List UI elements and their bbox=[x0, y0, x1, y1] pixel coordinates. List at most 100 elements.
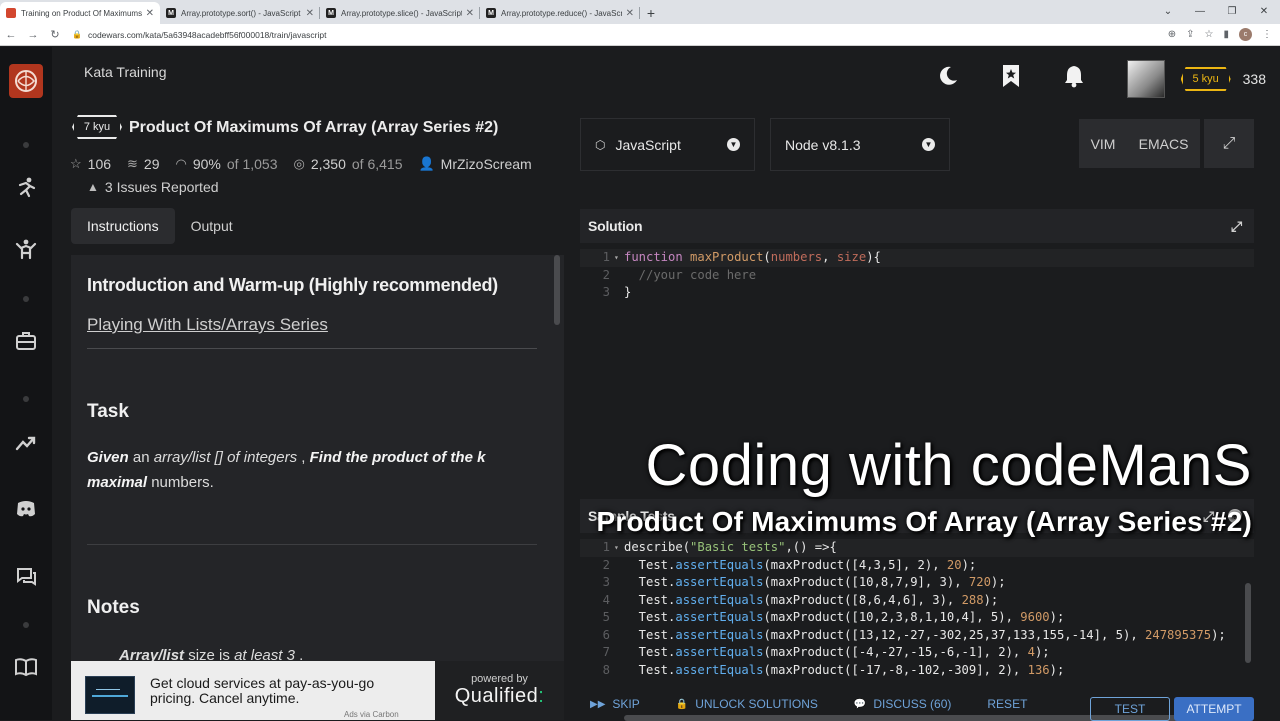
ad-text[interactable]: Get cloud services at pay-as-you-go pric… bbox=[150, 676, 420, 706]
author-stat[interactable]: 👤 MrZizoScream bbox=[418, 156, 531, 172]
bookmark-star-icon[interactable]: ☆ bbox=[1205, 29, 1214, 40]
user-honor[interactable]: 338 bbox=[1243, 71, 1266, 87]
browser-menu-icon[interactable]: ⋮ bbox=[1262, 29, 1272, 40]
test-args: [4,3,5], 2 bbox=[851, 557, 925, 572]
sidepanel-icon[interactable]: ▮ bbox=[1223, 29, 1229, 40]
docs-book-icon[interactable] bbox=[15, 656, 37, 682]
tab-search-icon[interactable]: ⌄ bbox=[1152, 0, 1184, 22]
fullscreen-button[interactable]: ⤢ bbox=[1204, 119, 1254, 168]
practice-nav-icon[interactable] bbox=[14, 238, 38, 266]
fold-icon[interactable]: ▾ bbox=[614, 249, 624, 267]
mdn-favicon-icon: M bbox=[486, 8, 496, 18]
author-name: MrZizoScream bbox=[440, 156, 532, 172]
ad-image[interactable] bbox=[85, 676, 135, 714]
browser-tab-active[interactable]: Training on Product Of Maximums ✕ bbox=[0, 2, 160, 24]
browser-tab[interactable]: M Array.prototype.sort() - JavaScript ✕ bbox=[160, 2, 320, 24]
dark-mode-moon-icon[interactable] bbox=[937, 65, 959, 93]
vim-button[interactable]: VIM bbox=[1091, 136, 1116, 152]
close-window-icon[interactable]: ✕ bbox=[1248, 0, 1280, 22]
ad-via-carbon[interactable]: Ads via Carbon bbox=[344, 710, 399, 719]
tab-output[interactable]: Output bbox=[175, 208, 249, 244]
kata-title: Product Of Maximums Of Array (Array Seri… bbox=[129, 119, 499, 136]
notifications-bell-icon[interactable] bbox=[1063, 64, 1085, 94]
sample-tests-editor[interactable]: 1 ▾ describe("Basic tests",() =>{ 2 Test.… bbox=[580, 539, 1254, 677]
line-number: 6 bbox=[602, 627, 610, 642]
editor-mode-toggle: VIM EMACS bbox=[1079, 119, 1200, 168]
profile-avatar[interactable]: c bbox=[1239, 28, 1252, 41]
code-punct: , bbox=[822, 250, 837, 264]
restore-icon[interactable]: ❐ bbox=[1216, 0, 1248, 22]
discuss-button[interactable]: 💬 DISCUSS (60) bbox=[844, 697, 951, 711]
skip-button[interactable]: ▶▶ SKIP bbox=[580, 697, 640, 711]
tab-close-icon[interactable]: ✕ bbox=[466, 8, 474, 19]
kata-stats: ☆ 106 ≋ 29 ◠ 90% of 1,053 ◎ 2,350 of 6,415 👤 Mr… bbox=[70, 156, 532, 172]
url-text: codewars.com/kata/5a63948acadebff56f0000… bbox=[87, 29, 327, 40]
user-rank-badge[interactable]: 5 kyu bbox=[1180, 67, 1231, 91]
tab-close-icon[interactable]: ✕ bbox=[626, 8, 634, 19]
left-panel-tabs: Instructions Output bbox=[71, 208, 249, 244]
unlock-solutions-button[interactable]: 🔒 UNLOCK SOLUTIONS bbox=[666, 697, 818, 711]
skip-icon: ▶▶ bbox=[590, 698, 606, 710]
instructions-scrollbar[interactable] bbox=[554, 255, 560, 325]
url-field[interactable]: 🔒 codewars.com/kata/5a63948acadebff56f00… bbox=[72, 30, 1168, 40]
reload-icon[interactable]: ↻ bbox=[44, 28, 66, 41]
line-number: 1 bbox=[602, 250, 610, 264]
leaderboard-trend-icon[interactable] bbox=[15, 432, 37, 458]
tab-close-icon[interactable]: ✕ bbox=[306, 8, 314, 19]
line-number: 7 bbox=[602, 645, 610, 659]
code-punct: ( bbox=[763, 250, 771, 264]
tab-instructions[interactable]: Instructions bbox=[71, 208, 175, 244]
browser-tab[interactable]: M Array.prototype.slice() - JavaScript ✕ bbox=[320, 2, 480, 24]
chevron-down-icon: ▼ bbox=[922, 138, 935, 151]
new-tab-button[interactable]: + bbox=[640, 2, 662, 24]
bookmark-icon[interactable] bbox=[1001, 64, 1021, 94]
forward-icon[interactable]: → bbox=[22, 29, 44, 41]
user-avatar[interactable] bbox=[1126, 60, 1165, 98]
task-heading: Task bbox=[87, 401, 129, 422]
user-icon: 👤 bbox=[418, 156, 435, 171]
task-given: Given bbox=[87, 449, 129, 466]
line-number: 8 bbox=[602, 662, 610, 677]
lock-icon[interactable]: 🔒 bbox=[72, 30, 82, 39]
discord-icon[interactable] bbox=[15, 498, 37, 524]
emacs-button[interactable]: EMACS bbox=[1139, 136, 1189, 152]
satisfaction-stat: ◠ 90% of 1,053 bbox=[176, 156, 278, 172]
divider bbox=[87, 348, 537, 349]
zoom-icon[interactable]: ⊕ bbox=[1168, 29, 1176, 40]
share-icon[interactable]: ⇪ bbox=[1186, 29, 1194, 40]
briefcase-nav-icon[interactable] bbox=[15, 330, 37, 356]
codewars-logo-icon[interactable] bbox=[9, 64, 43, 98]
intro-heading: Introduction and Warm-up (Highly recomme… bbox=[87, 275, 498, 295]
tests-vertical-scrollbar[interactable] bbox=[1245, 583, 1251, 663]
code-line: 2 Test.assertEquals(maxProduct([4,3,5], … bbox=[580, 557, 1254, 575]
code-method: assertEquals bbox=[675, 610, 764, 624]
tab-close-icon[interactable]: ✕ bbox=[146, 8, 154, 19]
expand-icon[interactable]: ⤢ bbox=[1231, 218, 1242, 235]
issues-reported[interactable]: ▲ 3 Issues Reported bbox=[87, 179, 219, 195]
series-link[interactable]: Playing With Lists/Arrays Series bbox=[87, 315, 328, 335]
stars-stat[interactable]: ☆ 106 bbox=[70, 156, 111, 172]
qualified-promo[interactable]: powered by Qualified: bbox=[435, 661, 564, 720]
training-nav-icon[interactable] bbox=[14, 176, 38, 204]
code-param: size bbox=[836, 250, 867, 264]
browser-tab[interactable]: M Array.prototype.reduce() - JavaScript … bbox=[480, 2, 640, 24]
test-expected: 20 bbox=[946, 557, 962, 572]
attempt-button[interactable]: ATTEMPT bbox=[1174, 697, 1254, 721]
minimize-icon[interactable]: — bbox=[1184, 0, 1216, 22]
test-expected: 9600 bbox=[1020, 610, 1050, 624]
test-args: [-17,-8,-102,-309], 2 bbox=[851, 662, 1006, 677]
collections-stat[interactable]: ≋ 29 bbox=[127, 156, 159, 172]
reset-button[interactable]: RESET bbox=[977, 697, 1027, 711]
runtime-select[interactable]: Node v8.1.3 ▼ bbox=[770, 118, 950, 171]
test-button[interactable]: TEST bbox=[1090, 697, 1170, 721]
code-line: 4 Test.assertEquals(maxProduct([8,6,4,6]… bbox=[580, 592, 1254, 610]
task-numbers: numbers. bbox=[147, 474, 214, 491]
fold-icon[interactable]: ▾ bbox=[614, 539, 624, 557]
language-select[interactable]: ⬡ JavaScript ▼ bbox=[580, 118, 755, 171]
nav-separator-dot bbox=[23, 622, 29, 628]
back-icon[interactable]: ← bbox=[0, 29, 22, 41]
chat-icon[interactable] bbox=[15, 566, 37, 592]
solution-editor[interactable]: 1 ▾ function maxProduct(numbers, size){ 2… bbox=[580, 249, 1254, 449]
nav-separator-dot bbox=[23, 296, 29, 302]
code-text: describe( bbox=[624, 540, 691, 554]
